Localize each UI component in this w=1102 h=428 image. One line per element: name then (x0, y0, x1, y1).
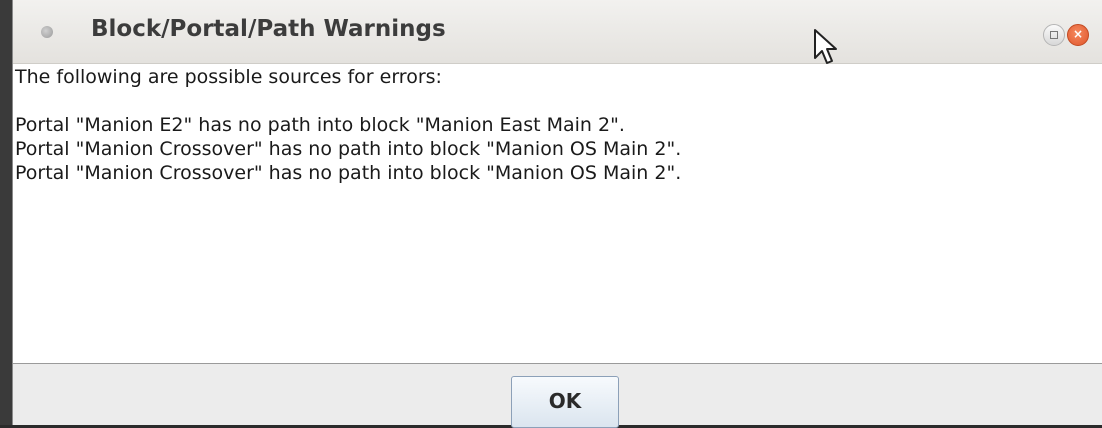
warning-line: Portal "Manion Crossover" has no path in… (15, 162, 682, 184)
desktop-background (0, 0, 12, 425)
warning-line: Portal "Manion E2" has no path into bloc… (15, 114, 625, 136)
mouse-pointer-icon (814, 29, 837, 64)
ok-button[interactable]: OK (511, 376, 619, 428)
warning-line: Portal "Manion Crossover" has no path in… (15, 138, 682, 160)
message-text-area[interactable]: The following are possible sources for e… (13, 64, 1102, 364)
window-title: Block/Portal/Path Warnings (91, 16, 446, 42)
intro-text: The following are possible sources for e… (15, 66, 442, 88)
maximize-icon (1050, 31, 1058, 39)
close-icon: × (1072, 27, 1084, 41)
close-button[interactable]: × (1067, 24, 1089, 46)
title-bar[interactable]: Block/Portal/Path Warnings × (13, 0, 1102, 64)
window-menu-dot-icon[interactable] (41, 26, 53, 38)
button-bar: OK (13, 364, 1102, 428)
warnings-dialog: Block/Portal/Path Warnings × The followi… (12, 0, 1102, 428)
maximize-button[interactable] (1043, 24, 1065, 46)
